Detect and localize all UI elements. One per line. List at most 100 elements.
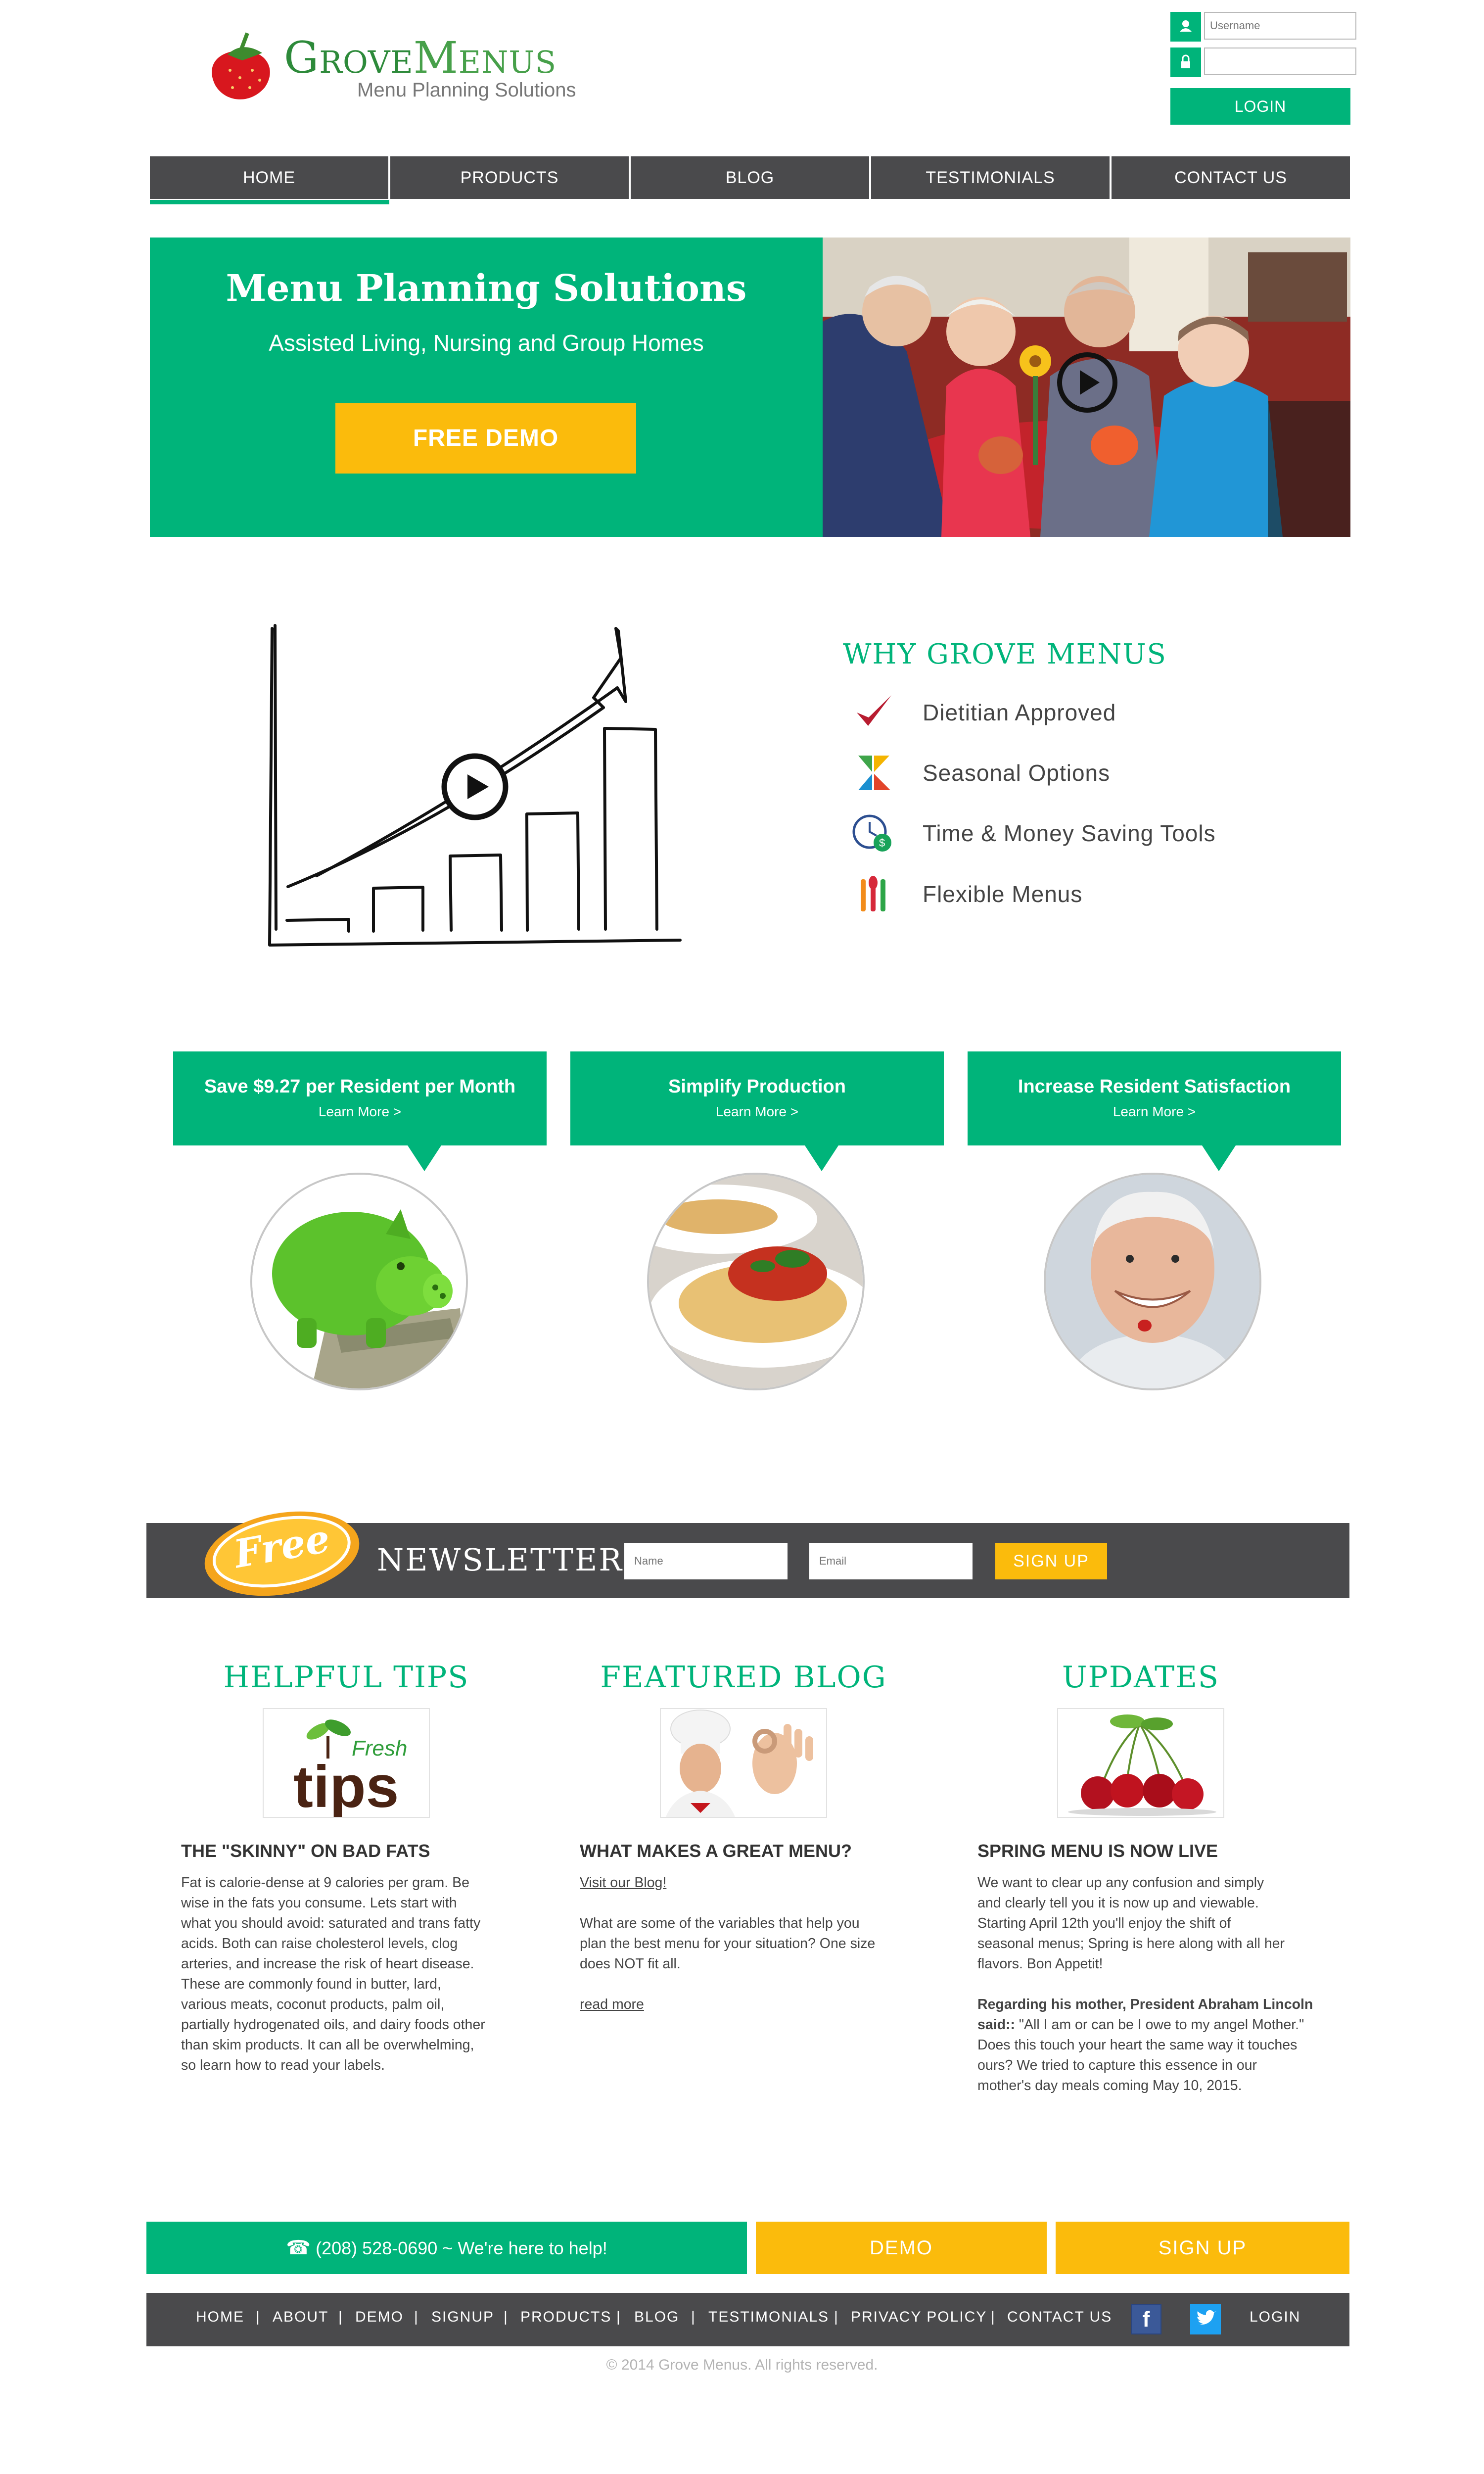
tips-line: wise in the fats you consume. Lets start… [181,1895,457,1911]
facebook-letter: f [1142,2307,1150,2331]
cherries-image[interactable] [1057,1708,1224,1818]
phone-banner[interactable]: ☎ (208) 528-0690 ~ We're here to help! [146,2222,747,2274]
utensils-icon [861,876,885,911]
spaghetti-image[interactable] [647,1173,865,1390]
why-item-label: Time & Money Saving Tools [923,820,1216,846]
read-more-link[interactable]: read more [580,1997,644,2012]
footer-login-link[interactable]: LOGIN [1250,2309,1300,2326]
blog-heading: WHAT MAKES A GREAT MENU? [580,1841,852,1861]
username-row [1170,12,1358,42]
demo-button[interactable]: DEMO [756,2222,1047,2274]
senior-man-image[interactable] [1044,1173,1261,1390]
footer-separator: | [338,2309,342,2325]
clock-money-icon: $ [852,814,891,852]
why-item-dietitian: Dietitian Approved [851,690,1296,735]
newsletter-signup-button[interactable]: SIGN UP [995,1543,1107,1579]
strawberry-icon [212,32,270,99]
benefit-simplify-card[interactable]: Simplify Production Learn More > [570,1051,944,1145]
login-button[interactable]: LOGIN [1170,88,1350,125]
signup-button[interactable]: SIGN UP [1056,2222,1349,2274]
footer-link-home[interactable]: HOME [196,2309,244,2326]
newsletter-name-input[interactable] [624,1543,788,1579]
twitter-icon[interactable] [1190,2304,1221,2334]
updates-line: seasonal menus; Spring is here along wit… [977,1936,1285,1951]
password-input[interactable] [1204,48,1356,75]
updates-line: flavors. Bon Appetit! [977,1956,1103,1972]
tips-line: These are commonly found in butter, lard… [181,1976,441,1992]
updates-title: UPDATES [1062,1660,1219,1695]
nav-products[interactable]: PRODUCTS [390,156,631,199]
footer-separator: | [414,2309,418,2325]
learn-more-link[interactable]: Learn More > [968,1104,1341,1120]
phone-icon: ☎ [286,2237,311,2259]
tips-line: acids. Both can raise cholesterol levels… [181,1936,458,1951]
svg-text:$: $ [879,837,885,849]
updates-heading: SPRING MENU IS NOW LIVE [977,1841,1218,1861]
footer-link-contact-us[interactable]: CONTACT US [1007,2309,1112,2326]
free-demo-button[interactable]: FREE DEMO [335,403,636,474]
why-item-seasonal: Seasonal Options [851,751,1296,795]
footer-link-blog[interactable]: BLOG [634,2309,679,2326]
user-icon [1170,12,1201,42]
tips-heading: THE "SKINNY" ON BAD FATS [181,1841,430,1861]
twitter-bird-icon [1197,2310,1216,2325]
copyright: © 2014 Grove Menus. All rights reserved. [606,2357,878,2373]
footer-link-signup[interactable]: SIGNUP [431,2309,494,2326]
logo-tagline: Menu Planning Solutions [357,79,576,101]
lock-icon [1170,48,1201,77]
benefit-save-card[interactable]: Save $9.27 per Resident per Month Learn … [173,1051,547,1145]
smiling-senior-icon [1046,1175,1259,1388]
nav-home[interactable]: HOME [150,156,390,199]
growth-chart-illustration [268,624,682,947]
learn-more-link[interactable]: Learn More > [173,1104,547,1120]
growth-chart-video[interactable] [257,618,688,960]
password-row [1170,48,1358,77]
footer-link-products[interactable]: PRODUCTS [520,2309,611,2326]
blog-body: Visit our Blog! What are some of the var… [580,1873,916,2035]
why-item-label: Dietitian Approved [923,700,1116,725]
benefit-title: Increase Resident Satisfaction [1018,1076,1291,1097]
fresh-tips-image[interactable]: Fresh tips [263,1708,430,1818]
nav-contact-us[interactable]: CONTACT US [1112,156,1350,199]
footer-separator: | [834,2309,838,2325]
nav-blog[interactable]: BLOG [631,156,871,199]
username-input[interactable] [1204,12,1356,40]
footer-link-demo[interactable]: DEMO [355,2309,404,2326]
footer-link-testimonials[interactable]: TESTIMONIALS [708,2309,829,2326]
hero-title: Menu Planning Solutions [226,267,747,310]
footer-link-about[interactable]: ABOUT [273,2309,328,2326]
main-nav: HOME PRODUCTS BLOG TESTIMONIALS CONTACT … [150,156,1350,199]
blog-line: plan the best menu for your situation? O… [580,1936,876,1951]
benefit-title: Save $9.27 per Resident per Month [204,1076,516,1097]
benefit-satisfaction-card[interactable]: Increase Resident Satisfaction Learn Mor… [968,1051,1341,1145]
checkmark-icon [857,695,891,726]
tips-line: what you should avoid: saturated and tra… [181,1915,481,1931]
helpful-tips-title: HELPFUL TIPS [223,1660,469,1695]
chef-ok-icon [661,1709,826,1817]
piggy-bank-image[interactable] [250,1173,468,1390]
facebook-icon[interactable]: f [1131,2304,1161,2334]
tips-line: Fat is calorie-dense at 9 calories per g… [181,1875,469,1891]
visit-blog-link[interactable]: Visit our Blog! [580,1875,666,1891]
play-icon[interactable] [1055,350,1119,415]
footer-separator: | [616,2309,620,2325]
why-item-label: Seasonal Options [923,760,1111,786]
newsletter-title: NEWSLETTER [377,1542,623,1578]
learn-more-link[interactable]: Learn More > [570,1104,944,1120]
tips-line: arteries, and increase the risk of heart… [181,1956,474,1972]
fresh-tips-word: tips [293,1754,399,1818]
blog-line: does NOT fit all. [580,1956,681,1972]
why-item-flexible: Flexible Menus [851,872,1296,916]
hero-video-photo[interactable] [823,238,1350,537]
free-badge: Free [198,1504,366,1603]
nav-testimonials[interactable]: TESTIMONIALS [871,156,1112,199]
blog-line: What are some of the variables that help… [580,1915,860,1931]
chef-image[interactable] [660,1708,827,1818]
footer-separator: | [991,2309,995,2325]
newsletter-email-input[interactable] [809,1543,973,1579]
tips-line: partially hydrogenated oils, and dairy f… [181,2017,485,2033]
why-item-time-money: $ Time & Money Saving Tools [851,811,1296,856]
hero-subtitle: Assisted Living, Nursing and Group Homes [269,330,704,356]
tips-line: various meats, coconut products, palm oi… [181,1997,445,2012]
footer-link-privacy-policy[interactable]: PRIVACY POLICY [851,2309,987,2326]
